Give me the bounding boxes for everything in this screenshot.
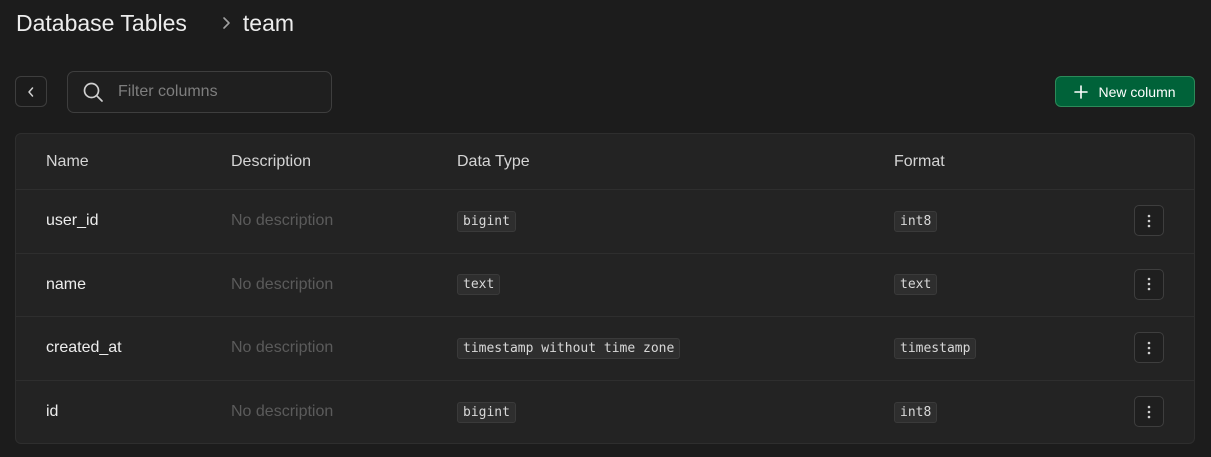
filter-columns-input[interactable] <box>118 83 308 101</box>
column-format: int8 <box>894 210 938 232</box>
more-vertical-icon <box>1147 341 1151 355</box>
breadcrumb-root[interactable]: Database Tables <box>16 10 187 37</box>
breadcrumb: Database Tables team <box>16 8 294 38</box>
header-data-type: Data Type <box>457 153 530 170</box>
column-description: No description <box>231 212 334 230</box>
row-menu-button[interactable] <box>1134 268 1164 300</box>
chevron-right-icon <box>221 16 231 30</box>
column-format: int8 <box>894 401 938 423</box>
columns-table: Name Description Data Type Format user_i… <box>15 133 1195 444</box>
row-menu-button[interactable] <box>1134 205 1164 237</box>
row-menu-button[interactable] <box>1134 332 1164 364</box>
column-format: timestamp <box>894 337 977 359</box>
column-description: No description <box>231 275 334 293</box>
column-format: text <box>894 274 938 296</box>
column-data-type: timestamp without time zone <box>457 337 681 359</box>
header-format: Format <box>894 153 945 170</box>
table-row: name No description text text <box>16 254 1194 317</box>
column-data-type: bigint <box>457 401 516 423</box>
header-description: Description <box>231 153 312 170</box>
table-row: user_id No description bigint int8 <box>16 190 1194 254</box>
back-button[interactable] <box>15 76 47 107</box>
column-name: id <box>46 403 59 421</box>
column-name: user_id <box>46 212 99 230</box>
column-data-type: text <box>457 274 501 296</box>
table-row: created_at No description timestamp with… <box>16 317 1194 381</box>
column-description: No description <box>231 339 334 357</box>
column-description: No description <box>231 403 334 421</box>
more-vertical-icon <box>1147 214 1151 228</box>
table-row: id No description bigint int8 <box>16 381 1194 444</box>
more-vertical-icon <box>1147 405 1151 419</box>
chevron-left-icon <box>26 86 36 98</box>
column-data-type: bigint <box>457 210 516 232</box>
filter-columns-field[interactable] <box>67 71 332 113</box>
plus-icon <box>1074 84 1089 99</box>
column-name: name <box>46 275 87 293</box>
new-column-label: New column <box>1098 83 1176 100</box>
column-name: created_at <box>46 339 122 357</box>
row-menu-button[interactable] <box>1134 396 1164 428</box>
breadcrumb-current: team <box>242 9 295 36</box>
header-name: Name <box>46 153 89 170</box>
new-column-button[interactable]: New column <box>1055 76 1195 107</box>
more-vertical-icon <box>1147 277 1151 291</box>
table-header: Name Description Data Type Format <box>16 134 1194 190</box>
search-icon <box>82 81 104 103</box>
